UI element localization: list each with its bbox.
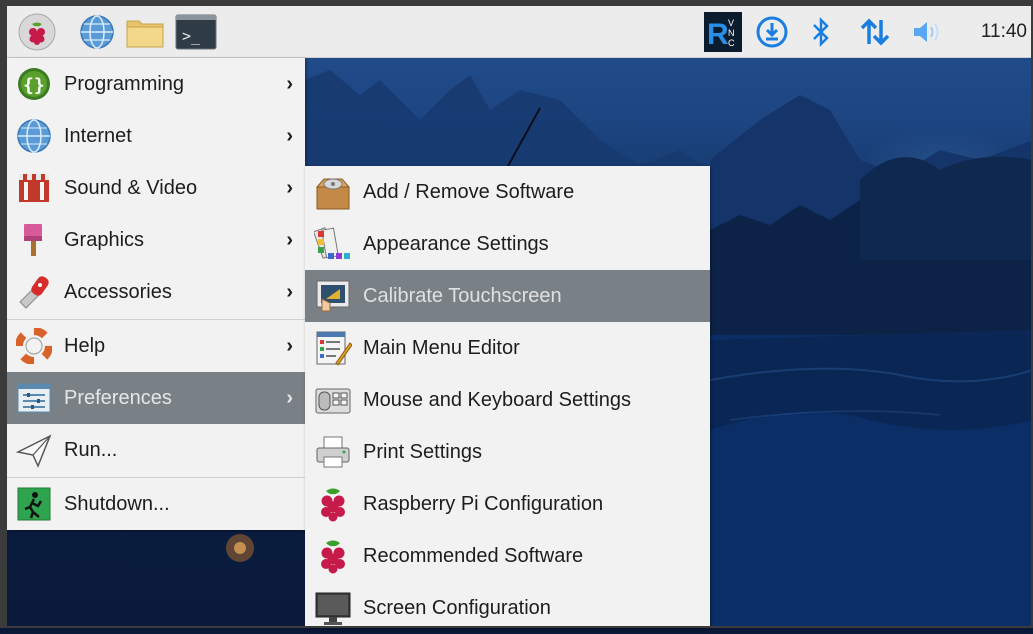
- main-menu: {} Programming › Internet › Sound & Vide…: [7, 58, 305, 530]
- menu-item-run[interactable]: Run...: [7, 424, 305, 476]
- menu-item-label: Preferences: [64, 386, 172, 409]
- network-tray-button[interactable]: [855, 10, 895, 54]
- submenu-arrow-icon: ›: [286, 177, 293, 199]
- help-lifebuoy-icon: [14, 326, 54, 366]
- raspberry-recommended-icon: [313, 536, 353, 576]
- web-browser-icon: [80, 15, 114, 49]
- menu-item-label: Graphics: [64, 228, 145, 251]
- calibrate-touchscreen-icon: [313, 276, 353, 316]
- shutdown-exit-icon: [14, 484, 54, 524]
- submenu-item-mouse-keyboard-settings[interactable]: Mouse and Keyboard Settings: [305, 374, 710, 426]
- file-manager-button[interactable]: [123, 10, 167, 54]
- terminal-button[interactable]: >_: [174, 10, 218, 54]
- submenu-item-label: Mouse and Keyboard Settings: [363, 388, 631, 411]
- menu-item-label: Run...: [64, 438, 118, 461]
- menu-item-graphics[interactable]: Graphics ›: [7, 214, 305, 266]
- realvnc-icon: R V N C: [704, 12, 742, 52]
- submenu-item-label: Add / Remove Software: [363, 180, 575, 203]
- preferences-submenu: Add / Remove Software Appearance Setting…: [305, 166, 710, 628]
- menu-item-label: Help: [64, 334, 106, 357]
- volume-icon: [914, 22, 939, 42]
- vnc-tray-button[interactable]: R V N C: [702, 10, 744, 54]
- taskbar: >_ R V N C 11:40: [7, 6, 1031, 58]
- submenu-arrow-icon: ›: [286, 387, 293, 409]
- submenu-arrow-icon: ›: [286, 125, 293, 147]
- submenu-arrow-icon: ›: [286, 281, 293, 303]
- raspberry-menu-icon: [18, 13, 56, 51]
- svg-text:C: C: [728, 38, 735, 48]
- submenu-item-label: Raspberry Pi Configuration: [363, 492, 604, 515]
- svg-text:R: R: [707, 18, 729, 51]
- bluetooth-tray-button[interactable]: [804, 10, 838, 54]
- submenu-arrow-icon: ›: [286, 229, 293, 251]
- menu-item-label: Programming: [64, 72, 185, 95]
- updates-tray-button[interactable]: [752, 10, 792, 54]
- submenu-item-calibrate-touchscreen[interactable]: Calibrate Touchscreen: [305, 270, 710, 322]
- submenu-item-main-menu-editor[interactable]: Main Menu Editor: [305, 322, 710, 374]
- raspberry-menu-button[interactable]: [15, 10, 59, 54]
- programming-icon: {}: [14, 64, 54, 104]
- raspberry-config-icon: [313, 484, 353, 524]
- menu-item-sound-video[interactable]: Sound & Video ›: [7, 162, 305, 214]
- graphics-paintbrush-icon: [14, 220, 54, 260]
- menu-editor-icon: [313, 328, 353, 368]
- bluetooth-icon: [813, 16, 829, 48]
- submenu-item-label: Calibrate Touchscreen: [363, 284, 562, 307]
- svg-text:N: N: [728, 28, 735, 38]
- printer-icon: [313, 432, 353, 472]
- sound-video-icon: [14, 168, 54, 208]
- menu-item-shutdown[interactable]: Shutdown...: [7, 478, 305, 530]
- submenu-item-recommended-software[interactable]: Recommended Software: [305, 530, 710, 582]
- monitor-icon: [313, 588, 353, 628]
- menu-item-internet[interactable]: Internet ›: [7, 110, 305, 162]
- file-manager-icon: [126, 20, 164, 48]
- run-paperplane-icon: [14, 430, 54, 470]
- volume-tray-button[interactable]: [907, 10, 947, 54]
- mouse-keyboard-icon: [313, 380, 353, 420]
- clock[interactable]: 11:40: [981, 6, 1027, 58]
- web-browser-button[interactable]: [75, 10, 119, 54]
- submenu-item-label: Main Menu Editor: [363, 336, 520, 359]
- submenu-arrow-icon: ›: [286, 335, 293, 357]
- accessories-knife-icon: [14, 272, 54, 312]
- submenu-item-add-remove-software[interactable]: Add / Remove Software: [305, 166, 710, 218]
- submenu-item-appearance-settings[interactable]: Appearance Settings: [305, 218, 710, 270]
- menu-item-label: Shutdown...: [64, 492, 170, 515]
- menu-item-label: Accessories: [64, 280, 172, 303]
- menu-item-label: Sound & Video: [64, 176, 198, 199]
- menu-item-help[interactable]: Help ›: [7, 320, 305, 372]
- submenu-item-screen-configuration[interactable]: Screen Configuration: [305, 582, 710, 634]
- submenu-item-label: Recommended Software: [363, 544, 584, 567]
- submenu-item-label: Print Settings: [363, 440, 482, 463]
- submenu-item-label: Screen Configuration: [363, 596, 551, 619]
- submenu-item-label: Appearance Settings: [363, 232, 549, 255]
- menu-item-accessories[interactable]: Accessories ›: [7, 266, 305, 318]
- add-remove-software-icon: [313, 172, 353, 212]
- menu-item-programming[interactable]: {} Programming ›: [7, 58, 305, 110]
- internet-globe-icon: [14, 116, 54, 156]
- menu-item-label: Internet: [64, 124, 132, 147]
- terminal-icon: >_: [175, 14, 217, 50]
- svg-text:>_: >_: [182, 27, 201, 45]
- submenu-item-raspberry-pi-configuration[interactable]: Raspberry Pi Configuration: [305, 478, 710, 530]
- updates-download-icon: [756, 16, 788, 48]
- preferences-icon: [14, 378, 54, 418]
- submenu-arrow-icon: ›: [286, 73, 293, 95]
- svg-text:{}: {}: [23, 75, 45, 96]
- submenu-item-print-settings[interactable]: Print Settings: [305, 426, 710, 478]
- svg-text:V: V: [728, 18, 734, 28]
- appearance-settings-icon: [313, 224, 353, 264]
- menu-item-preferences[interactable]: Preferences ›: [7, 372, 305, 424]
- network-transfer-icon: [860, 18, 890, 46]
